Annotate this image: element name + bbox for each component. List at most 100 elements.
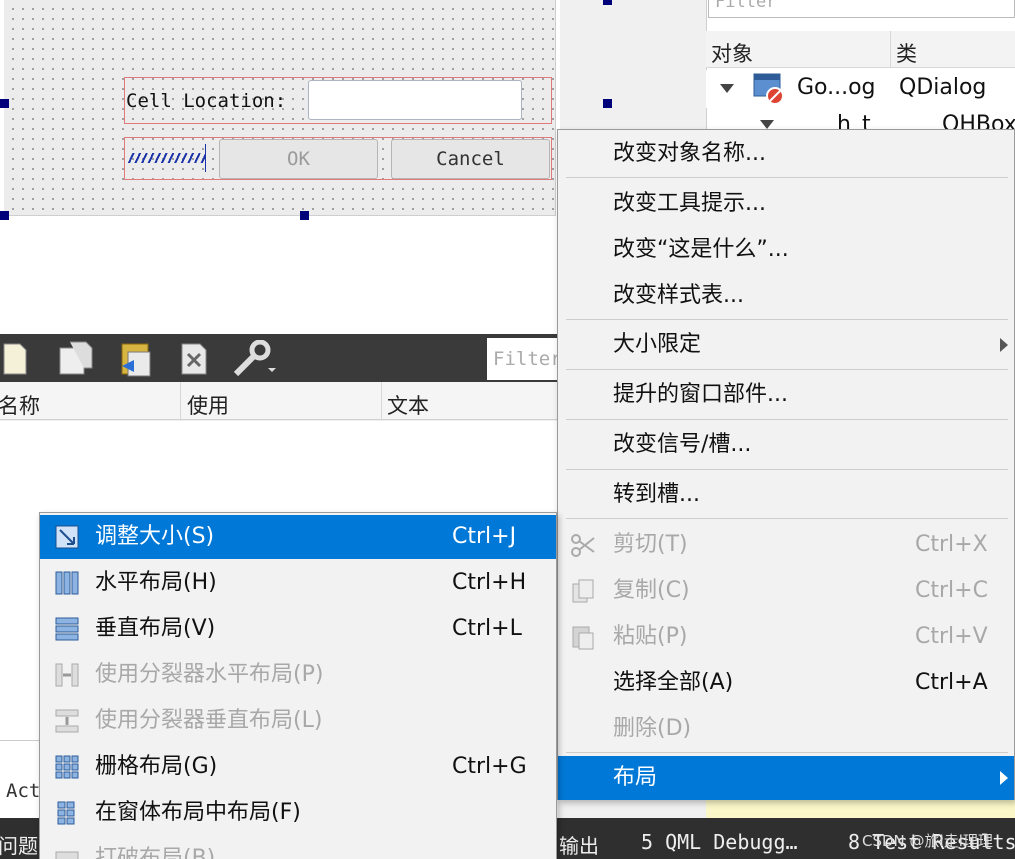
v-splitter-icon bbox=[55, 709, 79, 733]
cell-location-label: Cell Location: bbox=[126, 90, 287, 112]
copy-icon bbox=[572, 579, 594, 603]
resize-handle-bottom[interactable] bbox=[300, 211, 309, 220]
menu-label: 布局 bbox=[613, 765, 658, 790]
menu-item-copy[interactable]: 复制(C) Ctrl+C bbox=[558, 569, 1014, 613]
delete-icon[interactable] bbox=[178, 342, 214, 376]
horizontal-spacer[interactable] bbox=[128, 144, 206, 172]
menu-label: 大小限定 bbox=[613, 332, 702, 357]
menu-item-horizontal-layout[interactable]: 水平布局(H) Ctrl+H bbox=[40, 561, 556, 605]
menu-label: 使用分裂器水平布局(P) bbox=[95, 662, 324, 687]
menu-item-size-constraints[interactable]: 大小限定 bbox=[558, 323, 1014, 367]
ok-button[interactable]: OK bbox=[219, 139, 378, 179]
resize-handle-bottom-left[interactable] bbox=[0, 211, 9, 220]
dialog-icon bbox=[753, 73, 784, 105]
menu-label: 粘贴(P) bbox=[613, 624, 688, 649]
cell-location-input[interactable] bbox=[308, 80, 522, 120]
menu-item-h-splitter[interactable]: 使用分裂器水平布局(P) bbox=[40, 653, 556, 697]
menu-item-select-all[interactable]: 选择全部(A) Ctrl+A bbox=[558, 661, 1014, 705]
pages-icon[interactable] bbox=[56, 340, 96, 376]
h-splitter-icon bbox=[55, 663, 79, 687]
menu-shortcut: Ctrl+X bbox=[915, 532, 988, 557]
menu-separator bbox=[566, 518, 1008, 519]
menu-item-paste[interactable]: 粘贴(P) Ctrl+V bbox=[558, 615, 1014, 659]
column-divider bbox=[381, 382, 382, 419]
tree-item-name: Go...og bbox=[797, 75, 876, 100]
menu-shortcut: Ctrl+C bbox=[915, 578, 988, 603]
menu-label: 提升的窗口部件... bbox=[613, 382, 788, 407]
menu-separator bbox=[566, 419, 1008, 420]
status-output[interactable]: 输出 bbox=[559, 830, 599, 859]
menu-item-change-stylesheet[interactable]: 改变样式表... bbox=[558, 274, 1014, 318]
resize-handle-top-right[interactable] bbox=[603, 0, 612, 5]
action-editor-tab[interactable]: Act bbox=[6, 780, 40, 802]
menu-item-change-whats-this[interactable]: 改变“这是什么”... bbox=[558, 228, 1014, 272]
menu-label: 选择全部(A) bbox=[613, 670, 734, 695]
tree-item-name: h_t bbox=[837, 112, 871, 130]
submenu-arrow-icon bbox=[1000, 338, 1008, 352]
widget-filter-input[interactable]: Filter bbox=[487, 338, 558, 380]
resize-handle-left[interactable] bbox=[0, 99, 9, 108]
paste-icon bbox=[572, 626, 594, 650]
menu-label: 打破布局(B) bbox=[95, 846, 216, 859]
menu-label: 复制(C) bbox=[613, 578, 690, 603]
menu-item-cut[interactable]: 剪切(T) Ctrl+X bbox=[558, 523, 1014, 567]
menu-item-go-to-slot[interactable]: 转到槽... bbox=[558, 473, 1014, 517]
resize-handle-right[interactable] bbox=[603, 99, 612, 108]
menu-shortcut: Ctrl+V bbox=[915, 624, 988, 649]
tree-item-class: QDialog bbox=[899, 75, 987, 100]
menu-item-promoted-widgets[interactable]: 提升的窗口部件... bbox=[558, 373, 1014, 417]
menu-item-break-layout[interactable]: 打破布局(B) bbox=[40, 837, 556, 859]
menu-item-grid-layout[interactable]: 栅格布局(G) Ctrl+G bbox=[40, 745, 556, 789]
menu-item-form-layout[interactable]: 在窗体布局中布局(F) bbox=[40, 791, 556, 835]
menu-shortcut: Ctrl+G bbox=[452, 754, 527, 779]
menu-label: 栅格布局(G) bbox=[95, 754, 218, 779]
submenu-arrow-icon bbox=[1000, 771, 1008, 785]
scissors-icon bbox=[571, 534, 595, 557]
menu-separator bbox=[566, 469, 1008, 470]
column-divider bbox=[890, 31, 891, 68]
menu-item-delete[interactable]: 删除(D) bbox=[558, 707, 1014, 751]
wrench-icon[interactable] bbox=[232, 340, 278, 378]
expand-arrow-icon[interactable] bbox=[720, 84, 734, 93]
inspector-filter-input[interactable]: Filter bbox=[708, 0, 1015, 18]
menu-item-change-signals-slots[interactable]: 改变信号/槽... bbox=[558, 423, 1014, 467]
menu-item-adjust-size[interactable]: 调整大小(S) Ctrl+J bbox=[40, 515, 556, 559]
paste-icon[interactable] bbox=[116, 340, 156, 378]
menu-shortcut: Ctrl+J bbox=[452, 524, 517, 549]
layout-submenu: 调整大小(S) Ctrl+J 水平布局(H) Ctrl+H 垂直布局(V) Ctrl+… bbox=[39, 512, 557, 859]
form-layout-icon bbox=[57, 801, 75, 825]
col-text[interactable]: 文本 bbox=[387, 390, 429, 420]
menu-label: 改变“这是什么”... bbox=[613, 237, 789, 262]
menu-item-layout[interactable]: 布局 bbox=[558, 756, 1014, 800]
cancel-button[interactable]: Cancel bbox=[391, 139, 550, 179]
menu-label: 调整大小(S) bbox=[95, 524, 215, 549]
menu-item-change-tooltip[interactable]: 改变工具提示... bbox=[558, 182, 1014, 226]
inspector-col-object[interactable]: 对象 bbox=[711, 38, 753, 68]
col-name[interactable]: 名称 bbox=[0, 390, 40, 420]
menu-separator bbox=[566, 752, 1008, 753]
context-menu: 改变对象名称... 改变工具提示... 改变“这是什么”... 改变样式表...… bbox=[557, 129, 1015, 800]
grid-layout-icon bbox=[55, 755, 79, 779]
menu-item-vertical-layout[interactable]: 垂直布局(V) Ctrl+L bbox=[40, 607, 556, 651]
menu-item-change-object-name[interactable]: 改变对象名称... bbox=[558, 132, 1014, 176]
menu-shortcut: Ctrl+A bbox=[915, 670, 988, 695]
menu-shortcut: Ctrl+L bbox=[452, 616, 522, 641]
expand-arrow-icon[interactable] bbox=[760, 120, 774, 129]
menu-shortcut: Ctrl+H bbox=[452, 570, 527, 595]
menu-label: 改变工具提示... bbox=[613, 191, 766, 216]
menu-item-v-splitter[interactable]: 使用分裂器垂直布局(L) bbox=[40, 699, 556, 743]
menu-label: 删除(D) bbox=[613, 716, 692, 741]
status-problems[interactable]: 问题 bbox=[0, 830, 38, 859]
menu-separator bbox=[566, 369, 1008, 370]
status-qml-debugger[interactable]: 5 QML Debugg… bbox=[641, 830, 798, 854]
col-use[interactable]: 使用 bbox=[187, 390, 229, 420]
menu-separator bbox=[566, 319, 1008, 320]
menu-label: 转到槽... bbox=[613, 482, 700, 507]
new-file-icon[interactable] bbox=[2, 340, 28, 376]
adjust-size-icon bbox=[55, 525, 79, 549]
menu-label: 在窗体布局中布局(F) bbox=[95, 800, 301, 825]
column-divider bbox=[180, 382, 181, 419]
inspector-col-class[interactable]: 类 bbox=[896, 38, 917, 68]
menu-separator bbox=[566, 177, 1008, 178]
menu-label: 水平布局(H) bbox=[95, 570, 217, 595]
